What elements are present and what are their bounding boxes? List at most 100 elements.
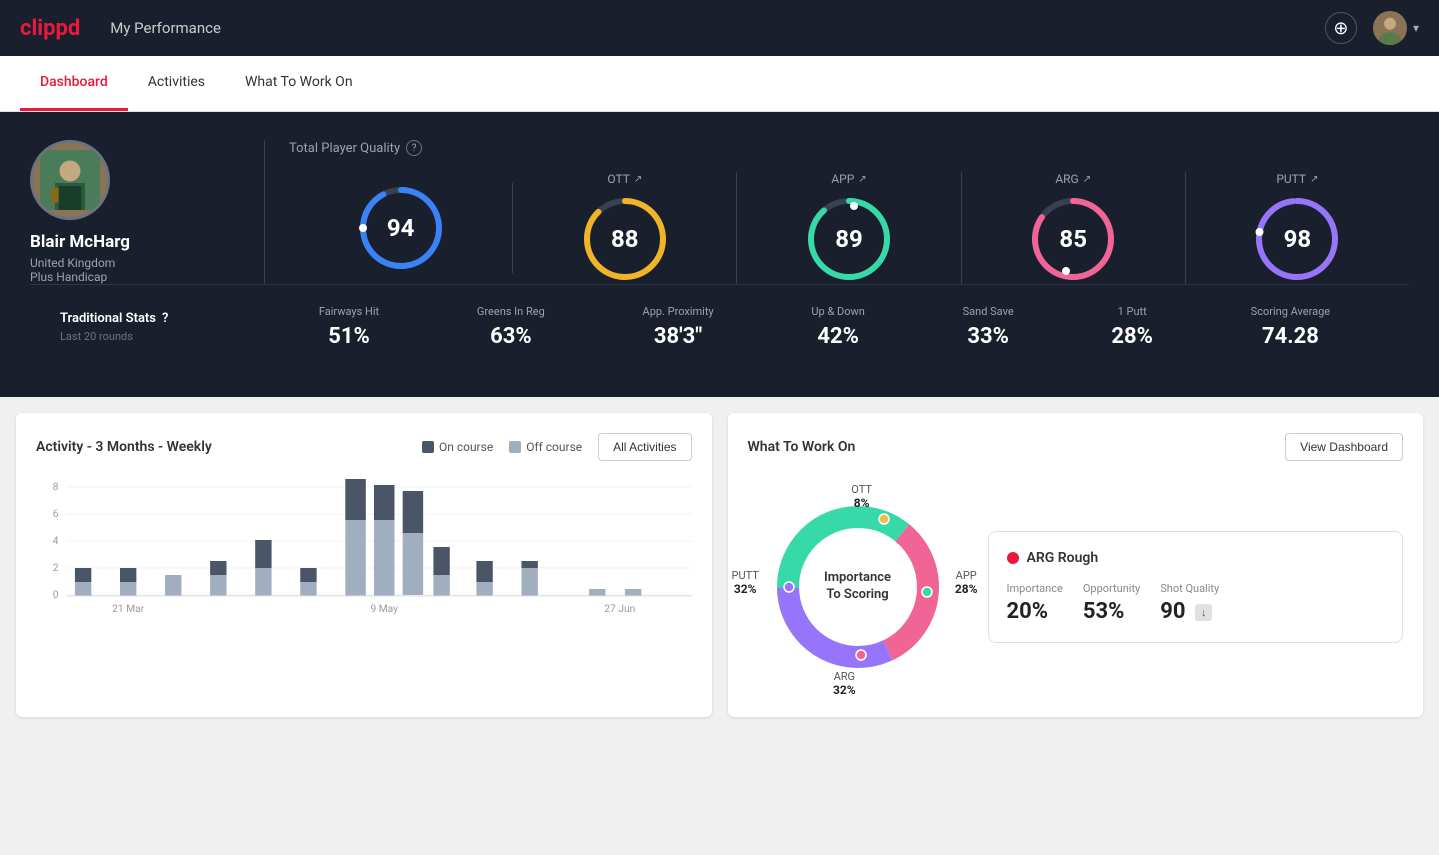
- gauge-value-app: 89: [835, 225, 863, 253]
- view-dashboard-button[interactable]: View Dashboard: [1285, 433, 1403, 461]
- player-photo: [40, 150, 100, 210]
- svg-text:8: 8: [53, 482, 59, 493]
- legend-dot-off: [509, 441, 521, 453]
- gauge-label-putt: PUTT ↗: [1276, 172, 1318, 186]
- gauge-circle-arg: 85: [1028, 194, 1118, 284]
- perf-top-row: Blair McHarg United Kingdom Plus Handica…: [30, 140, 1409, 284]
- svg-text:0: 0: [53, 590, 59, 601]
- gauge-main: 94: [289, 183, 513, 273]
- donut-label-arg: ARG 32%: [833, 670, 856, 697]
- card-metrics: Importance 20% Opportunity 53% Shot Qual…: [1007, 582, 1385, 624]
- gauge-label-ott: OTT ↗: [607, 172, 642, 186]
- gauge-value-ott: 88: [611, 225, 639, 253]
- donut-label-putt: PUTT 32%: [732, 569, 759, 596]
- page-title: My Performance: [110, 19, 1325, 37]
- quality-label: Total Player Quality ?: [289, 140, 1409, 156]
- gauges: 94 OTT ↗ 88: [289, 172, 1409, 284]
- tab-activities[interactable]: Activities: [128, 56, 225, 111]
- all-activities-button[interactable]: All Activities: [598, 433, 691, 461]
- stats-label: Traditional Stats ? Last 20 rounds: [60, 311, 270, 343]
- stats-help-icon[interactable]: ?: [162, 311, 168, 326]
- performance-banner: Blair McHarg United Kingdom Plus Handica…: [0, 112, 1439, 397]
- stat-1putt: 1 Putt 28%: [1111, 305, 1153, 349]
- gauge-circle-ott: 88: [580, 194, 670, 284]
- avatar-image: [1373, 11, 1407, 45]
- trend-icon-arg: ↗: [1083, 174, 1091, 185]
- tab-bar: Dashboard Activities What To Work On: [0, 56, 1439, 112]
- stat-items: Fairways Hit 51% Greens In Reg 63% App. …: [270, 305, 1379, 349]
- logo: clippd: [20, 16, 80, 41]
- donut-area: ImportanceTo Scoring OTT 8% APP 28% ARG …: [748, 477, 968, 697]
- stats-title: Traditional Stats ?: [60, 311, 270, 326]
- stat-scoring: Scoring Average 74.28: [1251, 305, 1330, 349]
- player-avatar: [30, 140, 110, 220]
- gauge-label-arg: ARG ↗: [1055, 172, 1091, 186]
- activity-panel: Activity - 3 Months - Weekly On course O…: [16, 413, 712, 717]
- gauge-value-arg: 85: [1059, 225, 1087, 253]
- tab-what-to-work-on[interactable]: What To Work On: [225, 56, 373, 111]
- gauge-ott: OTT ↗ 88: [513, 172, 737, 284]
- activity-panel-title: Activity - 3 Months - Weekly: [36, 439, 212, 455]
- legend-off-course: Off course: [509, 440, 582, 454]
- work-on-content: ImportanceTo Scoring OTT 8% APP 28% ARG …: [748, 477, 1404, 697]
- player-country: United Kingdom: [30, 256, 115, 270]
- activity-controls: On course Off course All Activities: [422, 433, 692, 461]
- stat-proximity: App. Proximity 38'3": [643, 305, 714, 349]
- gauge-arg: ARG ↗ 85: [962, 172, 1186, 284]
- work-on-card: ARG Rough Importance 20% Opportunity 53%…: [988, 531, 1404, 643]
- gauge-value-putt: 98: [1284, 225, 1312, 253]
- gauge-value-main: 94: [387, 214, 415, 242]
- user-menu[interactable]: ▾: [1373, 11, 1419, 45]
- stats-subtitle: Last 20 rounds: [60, 330, 270, 343]
- work-on-title: What To Work On: [748, 439, 856, 455]
- gauge-app: APP ↗ 89: [737, 172, 961, 284]
- card-dot: [1007, 552, 1019, 564]
- legend-on-course: On course: [422, 440, 493, 454]
- donut-center-text: ImportanceTo Scoring: [824, 570, 891, 604]
- player-handicap: Plus Handicap: [30, 270, 107, 284]
- gauge-circle-app: 89: [804, 194, 894, 284]
- work-on-panel: What To Work On View Dashboard: [728, 413, 1424, 717]
- tab-dashboard[interactable]: Dashboard: [20, 56, 128, 111]
- trend-icon-ott: ↗: [634, 174, 642, 185]
- card-title: ARG Rough: [1027, 550, 1099, 566]
- donut-label-ott: OTT 8%: [851, 483, 872, 510]
- svg-text:27 Jun: 27 Jun: [604, 604, 635, 615]
- header: clippd My Performance ⊕ ▾: [0, 0, 1439, 56]
- bar-chart-svg: 8 6 4 2 0: [36, 477, 692, 697]
- stat-sandsave: Sand Save 33%: [963, 305, 1014, 349]
- svg-text:6: 6: [53, 509, 59, 520]
- player-info: Blair McHarg United Kingdom Plus Handica…: [30, 140, 240, 284]
- svg-text:21 Mar: 21 Mar: [112, 604, 145, 615]
- metric-opportunity: Opportunity 53%: [1083, 582, 1140, 624]
- gauge-circle-putt: 98: [1252, 194, 1342, 284]
- svg-text:9 May: 9 May: [370, 604, 398, 615]
- add-button[interactable]: ⊕: [1325, 12, 1357, 44]
- activity-panel-header: Activity - 3 Months - Weekly On course O…: [36, 433, 692, 461]
- metric-importance: Importance 20%: [1007, 582, 1063, 624]
- gauge-circle-main: 94: [356, 183, 446, 273]
- divider: [264, 140, 265, 284]
- player-name: Blair McHarg: [30, 232, 130, 252]
- help-icon[interactable]: ?: [406, 140, 422, 156]
- legend-dot-on: [422, 441, 434, 453]
- chart-legend: On course Off course: [422, 440, 582, 454]
- stats-row: Traditional Stats ? Last 20 rounds Fairw…: [30, 284, 1409, 369]
- stat-updown: Up & Down 42%: [811, 305, 864, 349]
- gauge-label-app: APP ↗: [831, 172, 866, 186]
- chart-area: 8 6 4 2 0: [36, 477, 692, 697]
- work-on-header: What To Work On View Dashboard: [748, 433, 1404, 461]
- metric-shot-quality: Shot Quality 90 ↓: [1160, 582, 1219, 624]
- plus-icon: ⊕: [1333, 18, 1348, 39]
- header-actions: ⊕ ▾: [1325, 11, 1419, 45]
- trend-icon-putt: ↗: [1310, 174, 1318, 185]
- chevron-down-icon: ▾: [1413, 21, 1419, 35]
- trend-icon-app: ↗: [858, 174, 866, 185]
- stat-greens: Greens In Reg 63%: [477, 305, 545, 349]
- donut-label-app: APP 28%: [955, 569, 978, 596]
- quality-section: Total Player Quality ? 94: [289, 140, 1409, 284]
- card-header: ARG Rough: [1007, 550, 1385, 566]
- avatar[interactable]: [1373, 11, 1407, 45]
- shot-quality-badge: ↓: [1195, 604, 1213, 621]
- svg-text:2: 2: [53, 563, 59, 574]
